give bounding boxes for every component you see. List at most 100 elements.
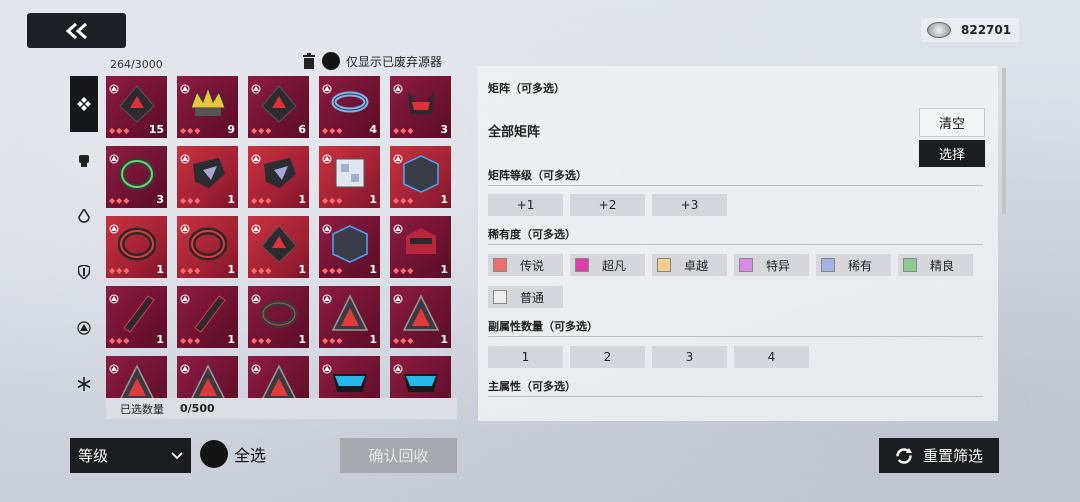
- tab-shield[interactable]: [70, 244, 98, 300]
- item-slot[interactable]: ◆◆◆: [390, 356, 451, 398]
- item-art-icon: [194, 295, 226, 333]
- item-slot[interactable]: ◆◆◆ 1: [390, 286, 451, 348]
- item-slot[interactable]: ◆◆◆ 1: [319, 286, 380, 348]
- item-art-icon: [406, 228, 436, 254]
- item-slot[interactable]: ◆◆◆ 1: [177, 286, 238, 348]
- item-art-icon: [331, 294, 369, 331]
- item-slot[interactable]: ◆◆◆ 1: [106, 286, 167, 348]
- substat-icons: ◆◆◆: [251, 126, 273, 135]
- item-art-icon: [262, 364, 296, 398]
- discard-toggle[interactable]: [322, 52, 340, 70]
- substat-count-title: 副属性数量（可多选）: [488, 320, 598, 333]
- item-slot[interactable]: ◆◆◆: [177, 356, 238, 398]
- substat-icons: ◆◆◆: [109, 126, 131, 135]
- rarity-swatch: [493, 258, 507, 272]
- all-icon: [77, 97, 91, 111]
- select-all-label: 全选: [234, 446, 267, 465]
- confirm-recycle-button[interactable]: 确认回收: [340, 438, 457, 473]
- item-slot[interactable]: ◆◆◆ 1: [177, 216, 238, 278]
- substat-icons: ◆◆◆: [393, 266, 415, 275]
- item-art-icon: [190, 86, 226, 116]
- substat-icons: ◆◆◆: [251, 266, 273, 275]
- choose-button[interactable]: 选择: [919, 140, 985, 167]
- double-chevron-left-icon: [65, 22, 87, 39]
- substat-icons: ◆◆◆: [109, 196, 131, 205]
- drop-icon: [78, 209, 90, 223]
- item-count: 1: [440, 193, 448, 206]
- item-slot[interactable]: ◆◆◆ 1: [248, 146, 309, 208]
- item-slot[interactable]: ◆◆◆: [319, 356, 380, 398]
- tab-snowflake[interactable]: [70, 356, 98, 412]
- divider: [488, 396, 983, 397]
- item-slot[interactable]: ◆◆◆ 3: [390, 76, 451, 138]
- substat-icons: ◆◆◆: [322, 266, 344, 275]
- rarity-option[interactable]: 特异: [734, 254, 809, 276]
- substat-count-option[interactable]: 1: [488, 346, 563, 368]
- item-art-icon: [404, 374, 438, 392]
- substat-icons: ◆◆◆: [393, 196, 415, 205]
- item-count: 3: [156, 193, 164, 206]
- item-grid: ◆◆◆ 15 ◆◆◆ 9 ◆◆◆ 6 ◆◆◆ 4 ◆◆◆ 3 ◆◆◆ 3 ◆◆◆ 1 ◆◆◆ 1 ◆◆◆ 1 ◆◆◆…: [106, 76, 457, 398]
- item-art-icon: [118, 227, 156, 261]
- substat-count-option[interactable]: 4: [734, 346, 809, 368]
- tab-fist[interactable]: [70, 132, 98, 188]
- item-slot[interactable]: ◆◆◆ 3: [106, 146, 167, 208]
- tab-triangle[interactable]: [70, 300, 98, 356]
- item-count: 1: [369, 263, 377, 276]
- substat-icons: ◆◆◆: [393, 126, 415, 135]
- matrix-level-option[interactable]: +1: [488, 194, 563, 216]
- matrix-level-option[interactable]: +2: [570, 194, 645, 216]
- item-count: 1: [298, 263, 306, 276]
- substat-icons: ◆◆◆: [251, 196, 273, 205]
- clear-button[interactable]: 清空: [919, 108, 985, 137]
- item-count: 6: [298, 123, 306, 136]
- tab-drop[interactable]: [70, 188, 98, 244]
- item-slot[interactable]: ◆◆◆ 6: [248, 76, 309, 138]
- item-slot[interactable]: ◆◆◆ 1: [319, 146, 380, 208]
- item-slot[interactable]: ◆◆◆ 1: [390, 216, 451, 278]
- back-button[interactable]: [27, 13, 126, 48]
- substat-count-option[interactable]: 2: [570, 346, 645, 368]
- item-grid-panel: ◆◆◆ 15 ◆◆◆ 9 ◆◆◆ 6 ◆◆◆ 4 ◆◆◆ 3 ◆◆◆ 3 ◆◆◆ 1 ◆◆◆ 1 ◆◆◆ 1 ◆◆◆…: [106, 76, 457, 398]
- discard-filter[interactable]: 仅显示已废弃源器: [302, 52, 442, 70]
- item-art-icon: [193, 158, 225, 188]
- item-slot[interactable]: ◆◆◆ 1: [248, 286, 309, 348]
- item-slot[interactable]: ◆◆◆ 1: [390, 146, 451, 208]
- rarity-option[interactable]: 稀有: [816, 254, 891, 276]
- item-count: 1: [227, 333, 235, 346]
- reset-filter-button[interactable]: 重置筛选: [879, 438, 999, 473]
- item-slot[interactable]: ◆◆◆ 1: [319, 216, 380, 278]
- currency-display: 822701: [921, 18, 1019, 42]
- substat-icons: ◆◆◆: [251, 336, 273, 345]
- matrix-level-option[interactable]: +3: [652, 194, 727, 216]
- substat-icons: ◆◆◆: [180, 126, 202, 135]
- item-slot[interactable]: ◆◆◆ 9: [177, 76, 238, 138]
- rarity-label: 卓越: [684, 258, 709, 273]
- substat-count-option[interactable]: 3: [652, 346, 727, 368]
- item-slot[interactable]: ◆◆◆: [106, 356, 167, 398]
- tab-all[interactable]: [70, 76, 98, 132]
- matrix-level-title: 矩阵等级（可多选）: [488, 169, 587, 182]
- rarity-option[interactable]: 普通: [488, 286, 563, 308]
- item-art-icon: [332, 225, 368, 263]
- item-slot[interactable]: ◆◆◆ 1: [106, 216, 167, 278]
- item-slot[interactable]: ◆◆◆: [248, 356, 309, 398]
- filter-scrollbar[interactable]: [1002, 68, 1006, 214]
- item-slot[interactable]: ◆◆◆ 1: [248, 216, 309, 278]
- select-all-toggle[interactable]: 全选: [200, 440, 266, 468]
- item-art-icon: [335, 158, 365, 188]
- item-slot[interactable]: ◆◆◆ 15: [106, 76, 167, 138]
- rarity-label: 特异: [766, 258, 791, 273]
- item-slot[interactable]: ◆◆◆ 4: [319, 76, 380, 138]
- select-all-radio[interactable]: [200, 440, 228, 468]
- shield-icon: [78, 265, 90, 279]
- rarity-option[interactable]: 传说: [488, 254, 563, 276]
- item-count: 4: [369, 123, 377, 136]
- sort-dropdown[interactable]: 等级: [70, 438, 191, 473]
- matrix-title: 矩阵（可多选）: [488, 82, 565, 95]
- rarity-option[interactable]: 超凡: [570, 254, 645, 276]
- item-slot[interactable]: ◆◆◆ 1: [177, 146, 238, 208]
- rarity-option[interactable]: 卓越: [652, 254, 727, 276]
- snowflake-icon: [77, 377, 91, 391]
- rarity-option[interactable]: 精良: [898, 254, 973, 276]
